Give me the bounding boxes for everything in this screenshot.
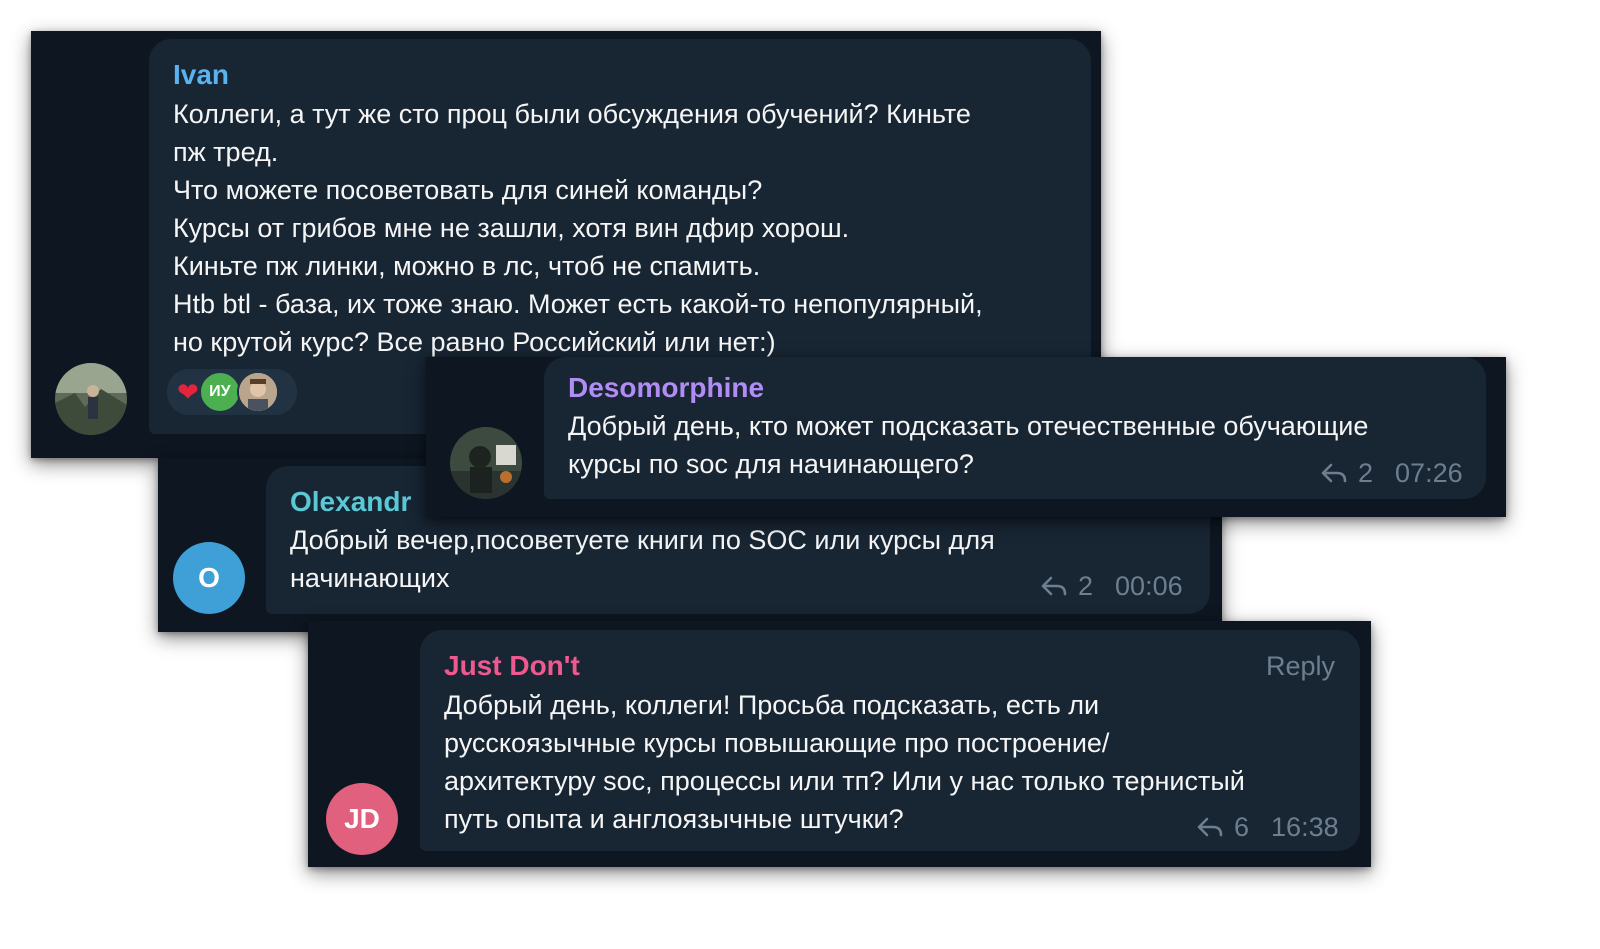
reply-arrow-icon[interactable] <box>1196 816 1224 838</box>
reactions-bar[interactable]: ❤ ИУ <box>167 369 297 415</box>
heart-reaction-icon[interactable]: ❤ <box>177 379 199 405</box>
message-card-desomorphine: Desomorphine Добрый день, кто может подс… <box>426 357 1506 517</box>
reply-count[interactable]: 2 <box>1358 457 1373 489</box>
message-time: 16:38 <box>1271 812 1339 842</box>
author-name[interactable]: Just Don't <box>444 649 580 683</box>
avatar-justdont[interactable]: JD <box>326 783 398 855</box>
photo-avatar-icon <box>450 427 522 499</box>
reply-count[interactable]: 6 <box>1234 811 1249 843</box>
author-name[interactable]: Desomorphine <box>568 371 764 405</box>
author-name[interactable]: Ivan <box>173 58 229 92</box>
author-name[interactable]: Olexandr <box>290 485 411 519</box>
reaction-avatar-initials: ИУ <box>198 371 241 413</box>
message-time: 00:06 <box>1115 571 1183 601</box>
message-meta: 6 16:38 <box>1196 811 1339 843</box>
avatar-olexandr[interactable]: O <box>173 542 245 614</box>
message-text: Коллеги, а тут же сто проц были обсужден… <box>173 99 983 357</box>
reply-button[interactable]: Reply <box>1266 649 1335 683</box>
message-meta: 2 07:26 <box>1320 457 1463 489</box>
reaction-avatar-photo <box>236 371 279 413</box>
photo-avatar-icon <box>55 363 127 435</box>
reply-count[interactable]: 2 <box>1078 570 1093 602</box>
message-time: 07:26 <box>1395 458 1463 488</box>
avatar-ivan[interactable] <box>55 363 127 435</box>
face-photo-icon <box>238 373 277 411</box>
avatar-desomorphine[interactable] <box>450 427 522 499</box>
reply-arrow-icon[interactable] <box>1320 462 1348 484</box>
message-text: Добрый вечер,посоветуете книги по SOC ил… <box>290 525 995 593</box>
reply-arrow-icon[interactable] <box>1040 575 1068 597</box>
message-meta: 2 00:06 <box>1040 570 1183 602</box>
message-card-justdont: JD Just Don't Reply Добрый день, коллеги… <box>308 621 1371 867</box>
